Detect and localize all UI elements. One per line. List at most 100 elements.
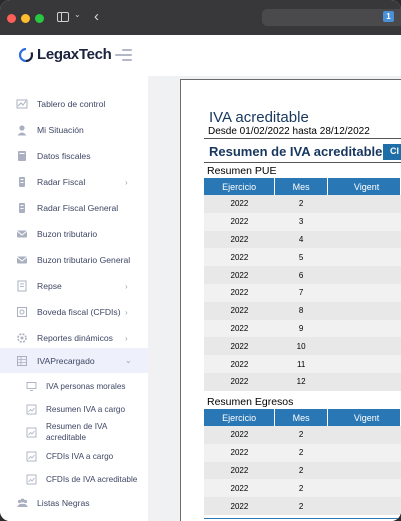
table-cell [327,443,401,462]
sub-item-label: Resumen IVA a cargo [46,404,126,414]
back-arrow-icon[interactable]: ‹ [94,8,99,25]
sidebar-item-radar-fiscal-general[interactable]: Radar Fiscal General [0,195,148,221]
sub-item-label: Resumen de IVA acreditable [46,422,107,442]
table-cell: 2022 [204,319,275,338]
table-cell [327,461,401,480]
table-row: 2022 2 [204,479,401,498]
sidebar-item-radar-fiscal[interactable]: Radar Fiscal › [0,169,148,195]
chart-icon [16,99,28,109]
address-bar[interactable] [262,9,401,26]
table-row: 2022 2 [204,461,401,480]
sidebar-item-label: Reportes dinámicos [37,333,113,343]
sidebar-item-mi-situacion[interactable]: Mi Situación [0,117,148,143]
sub-item-cfdis-iva-a-cargo[interactable]: CFDIs IVA a cargo [0,450,148,462]
table-cell [327,355,401,373]
sidebar-item-listas-negras[interactable]: Listas Negras [0,490,148,516]
book-icon [18,151,26,161]
minimize-window-button[interactable] [21,14,30,23]
table-cell: 2 [274,195,328,213]
sidebar-item-buzon-tributario[interactable]: Buzon tributario [0,221,148,247]
sidebar-item-boveda-fiscal[interactable]: Boveda fiscal (CFDIs) › [0,299,148,325]
sub-item-iva-personas-morales[interactable]: IVA personas morales [0,380,148,392]
table-cell: 2022 [204,461,275,480]
brand-name: LegaxTech [37,46,112,63]
radar-general-icon [19,203,25,213]
section-label-egresos: Resumen Egresos [207,396,294,408]
sidebar-item-label: Radar Fiscal General [37,203,119,213]
divider [204,162,401,163]
column-header[interactable]: Mes [274,409,328,426]
table-cell: 9 [274,319,328,338]
sub-item-label: CFDIs de IVA acreditable [46,474,138,484]
column-header[interactable]: Ejercicio [204,178,276,195]
app-header: LegaxTech [0,35,401,76]
extension-icon[interactable]: 1 [383,11,394,22]
table-cell: 2022 [204,497,275,515]
image-doc-icon [26,427,37,437]
sidebar-item-ivaprecargado[interactable]: IVAPrecargado ⌄ [0,348,148,373]
table-cell: 2 [274,497,328,515]
column-header[interactable]: Vigent [327,409,401,426]
close-window-button[interactable] [7,14,16,23]
chevron-down-icon: ⌄ [125,356,132,365]
image-doc-icon [26,451,37,461]
sidebar-item-label: Mi Situación [37,125,84,135]
sub-item-resumen-iva-a-cargo[interactable]: Resumen IVA a cargo [0,403,148,415]
group-icon [17,498,28,507]
table-cell: 2022 [204,248,275,267]
zoom-window-button[interactable] [35,14,44,23]
logo-icon [19,48,33,62]
table-cell [327,426,401,444]
table-row: 2022 5 [204,248,401,267]
report-action-button[interactable]: Cl [383,144,401,160]
table-header-row: Ejercicio Mes Vigent [204,178,401,195]
sub-item-resumen-iva-acreditable[interactable]: Resumen de IVA acreditable [0,421,148,443]
table-cell: 5 [274,248,328,267]
table-row: 2022 8 [204,301,401,320]
table-row: 2022 2 [204,426,401,444]
sidebar-item-tablero[interactable]: Tablero de control [0,91,148,117]
table-cell [327,195,401,213]
sidebar-item-repse[interactable]: Repse › [0,273,148,299]
table-cell: 10 [274,337,328,356]
radar-icon [19,177,25,187]
sub-item-label: CFDIs IVA a cargo [46,451,114,461]
column-header[interactable]: Vigent [327,178,401,195]
chevron-right-icon: › [125,281,128,291]
sidebar-item-label: Buzon tributario General [37,255,131,265]
column-header[interactable]: Mes [274,178,328,195]
sidebar-item-datos-fiscales[interactable]: Datos fiscales [0,143,148,169]
sidebar-item-label: Datos fiscales [37,151,91,161]
table-row: 2022 2 [204,195,401,213]
browser-window: ⌄ ‹ 1 LegaxTech Tablero de control Mi Si… [0,0,401,521]
document-icon [17,280,27,292]
report-heading: Resumen de IVA acreditable [209,144,383,159]
table-cell: 2022 [204,230,275,249]
mail-general-icon [16,256,28,264]
table-cell: 6 [274,266,328,284]
table-row: 2022 11 [204,355,401,373]
table-cell [327,248,401,267]
table-row: 2022 7 [204,283,401,302]
table-row: 2022 10 [204,337,401,356]
table-cell: 2022 [204,372,275,391]
sub-item-cfdis-iva-acreditable[interactable]: CFDIs de IVA acreditable [0,468,148,490]
user-icon [17,125,27,136]
table-cell [327,212,401,231]
table-cell: 2 [274,461,328,480]
vault-icon [17,307,27,317]
sidebar-item-label: Repse [37,281,62,291]
sidebar-toggle-icon[interactable] [57,12,69,22]
chevron-right-icon: › [125,333,128,343]
table-cell [327,497,401,515]
hamburger-menu-icon[interactable] [115,48,132,61]
column-header[interactable]: Ejercicio [204,409,276,426]
table-row: 2022 3 [204,212,401,231]
table-cell: 4 [274,230,328,249]
chevron-down-icon[interactable]: ⌄ [74,10,81,19]
sidebar-item-buzon-tributario-general[interactable]: Buzon tributario General [0,247,148,273]
report-title: IVA acreditable [209,109,309,126]
sidebar-item-label: Boveda fiscal (CFDIs) [37,307,121,317]
table-cell [327,337,401,356]
sidebar-scrollbar[interactable] [148,76,157,521]
